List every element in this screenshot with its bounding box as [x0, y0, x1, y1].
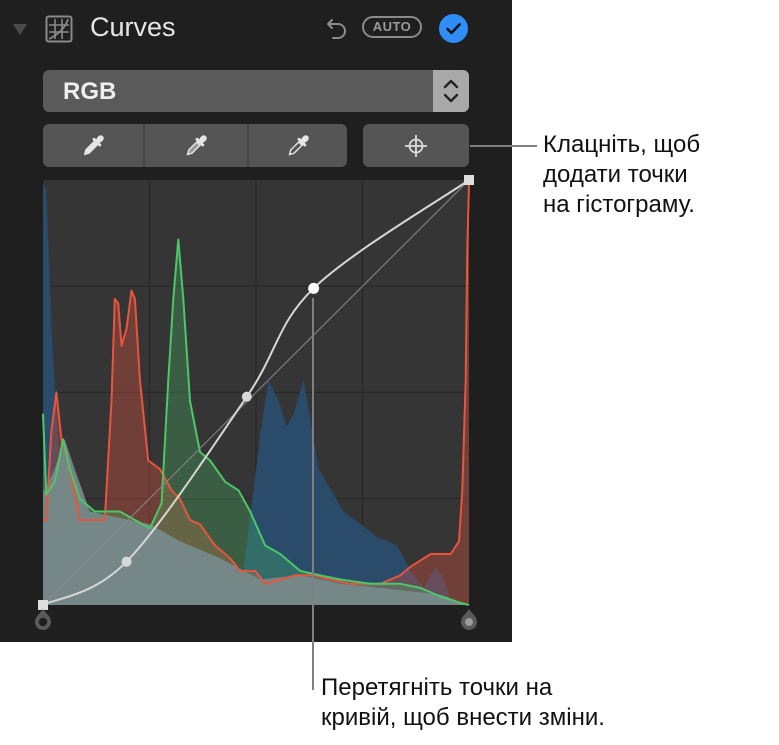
white-point-handle-center: [465, 618, 473, 626]
curve-control-point[interactable]: [241, 391, 252, 402]
callout-add-points-line: на гістограму.: [543, 191, 695, 218]
callout-add-points-line: додати точки: [543, 161, 688, 188]
callout-drag-points: Перетягніть точки на кривій, щоб внести …: [321, 673, 605, 733]
callout-line-drag-points: [312, 298, 314, 690]
curve-endpoint[interactable]: [38, 600, 48, 610]
callout-line-add-points: [470, 145, 537, 147]
curves-graph[interactable]: [0, 0, 779, 745]
callout-add-points-line: Клацніть, щоб: [543, 131, 701, 158]
callout-add-points: Клацніть, щоб додати точки на гістограму…: [543, 130, 700, 220]
curve-control-point[interactable]: [308, 282, 320, 294]
curve-endpoint[interactable]: [464, 175, 474, 185]
curve-control-point[interactable]: [121, 556, 132, 567]
callout-drag-points-line: Перетягніть точки на: [321, 674, 553, 701]
callout-drag-points-line: кривій, щоб внести зміни.: [321, 704, 605, 731]
black-point-handle-center: [38, 617, 48, 627]
